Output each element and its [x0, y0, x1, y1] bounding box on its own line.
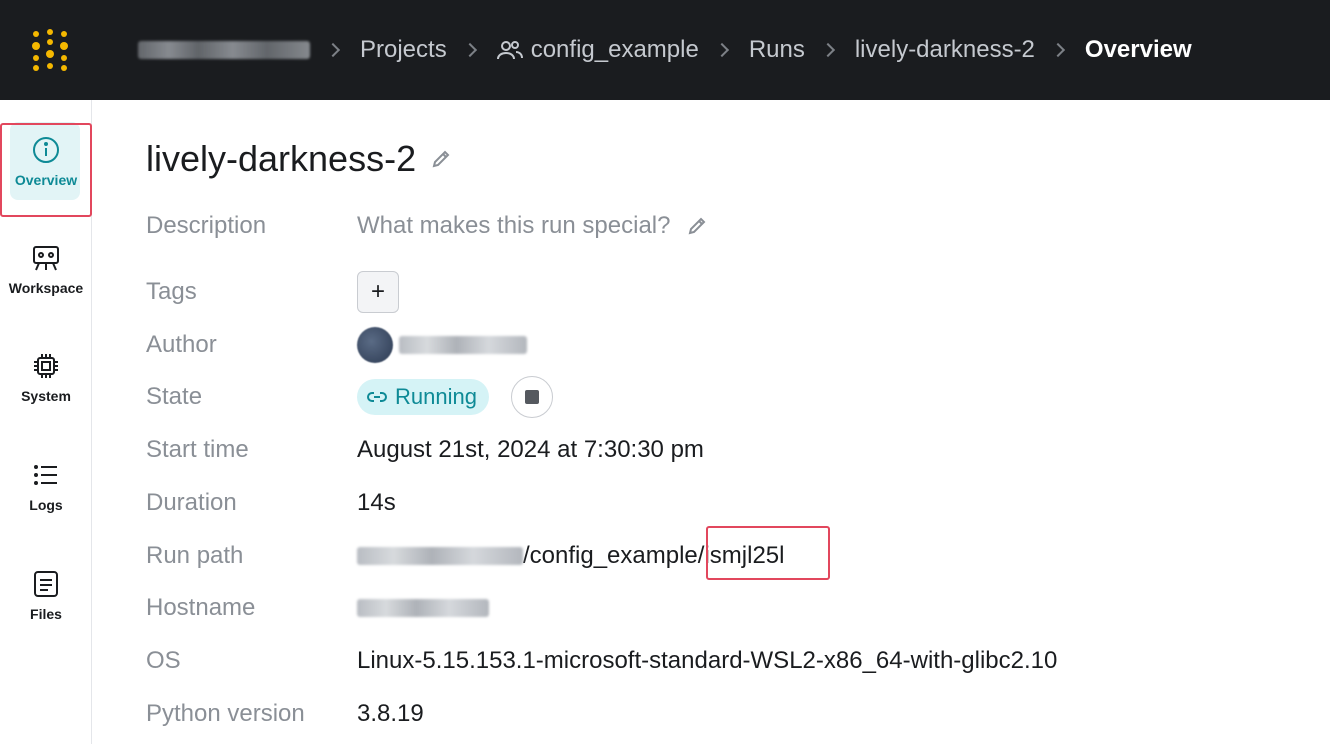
os-row: OS Linux-5.15.153.1-microsoft-standard-W… [146, 641, 1326, 681]
list-icon [26, 455, 66, 495]
breadcrumb-run[interactable]: lively-darkness-2 [855, 36, 1035, 64]
tags-row: Tags + [146, 271, 1326, 313]
avatar [357, 327, 393, 363]
logo-icon[interactable] [30, 28, 78, 72]
start-time-row: Start time August 21st, 2024 at 7:30:30 … [146, 430, 1326, 470]
author-row: Author [146, 325, 1326, 365]
duration-value: 14s [357, 489, 396, 516]
run-overview: lively-darkness-2 Description What makes… [146, 100, 1326, 744]
edit-title-icon[interactable] [430, 148, 452, 170]
state-row: State Running [146, 376, 1326, 418]
breadcrumb-project-label: config_example [530, 36, 699, 63]
breadcrumb-runs[interactable]: Runs [749, 36, 805, 64]
breadcrumb-projects[interactable]: Projects [360, 36, 447, 64]
chevron-right-icon [714, 42, 729, 58]
os-value: Linux-5.15.153.1-microsoft-standard-WSL2… [357, 647, 1058, 674]
highlight-box-run-id [706, 526, 830, 580]
duration-label: Duration [146, 489, 237, 516]
sidebar-item-label: Files [30, 606, 62, 622]
hostname-row: Hostname [146, 588, 1326, 628]
sidebar-item-label: System [21, 388, 71, 404]
start-time-label: Start time [146, 436, 249, 463]
redacted-org-name [138, 41, 310, 59]
sidebar-item-label: Workspace [8, 280, 84, 296]
top-bar: Projects config_example Runs lively-dark… [0, 0, 1330, 100]
chip-icon [26, 346, 66, 386]
run-path-label: Run path [146, 542, 244, 569]
chevron-right-icon [820, 42, 835, 58]
add-tag-button[interactable]: + [357, 271, 399, 313]
description-label: Description [146, 212, 267, 239]
stop-icon [524, 390, 539, 404]
redacted-author-name [399, 336, 527, 354]
breadcrumb: Projects config_example Runs lively-dark… [138, 0, 1192, 100]
run-path-project: /config_example [523, 542, 698, 569]
sidebar-item-logs[interactable]: Logs [0, 455, 92, 545]
status-text: Running [395, 384, 477, 409]
description-placeholder: What makes this run special? [357, 212, 671, 239]
page-title: lively-darkness-2 [146, 138, 452, 180]
hostname-label: Hostname [146, 594, 256, 621]
sidebar-item-system[interactable]: System [0, 346, 92, 436]
description-row: Description What makes this run special? [146, 206, 1326, 246]
tags-value: + [357, 271, 399, 313]
state-label: State [146, 383, 203, 410]
os-label: OS [146, 647, 181, 674]
breadcrumb-project[interactable]: config_example [496, 36, 699, 64]
file-icon [26, 564, 66, 604]
start-time-value: August 21st, 2024 at 7:30:30 pm [357, 436, 704, 463]
state-value: Running [357, 376, 553, 418]
redacted-hostname [357, 599, 489, 617]
stop-run-button[interactable] [510, 376, 553, 418]
python-version-label: Python version [146, 700, 305, 727]
status-badge: Running [357, 379, 489, 415]
python-version-value: 3.8.19 [357, 700, 424, 727]
people-icon [496, 41, 523, 60]
breadcrumb-org[interactable] [138, 41, 310, 59]
sidebar-item-label: Logs [29, 497, 63, 513]
duration-row: Duration 14s [146, 483, 1326, 523]
running-icon [367, 392, 387, 402]
description-field[interactable]: What makes this run special? [357, 212, 708, 240]
workspace-icon [26, 238, 66, 278]
author-label: Author [146, 331, 217, 358]
sidebar-item-workspace[interactable]: Workspace [0, 238, 92, 328]
redacted-org-path [357, 547, 523, 565]
highlight-box-overview [0, 123, 92, 217]
hostname-value [357, 599, 489, 617]
breadcrumb-current: Overview [1084, 36, 1192, 63]
tags-label: Tags [146, 278, 197, 305]
python-version-row: Python version 3.8.19 [146, 694, 1326, 734]
chevron-right-icon [325, 42, 341, 58]
edit-description-icon[interactable] [686, 215, 708, 237]
chevron-right-icon [462, 42, 477, 58]
sidebar-item-files[interactable]: Files [0, 564, 92, 654]
chevron-right-icon [1050, 42, 1065, 58]
run-name: lively-darkness-2 [146, 138, 417, 179]
author-value[interactable] [357, 327, 527, 363]
